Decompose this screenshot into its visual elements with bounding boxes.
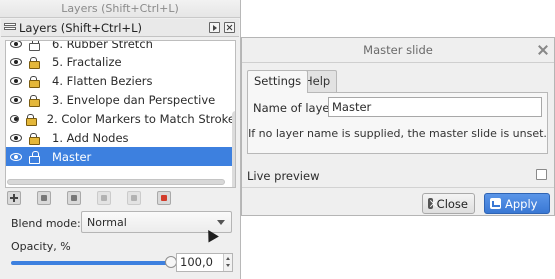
layers-icon [4, 22, 16, 33]
raise-layer-icon[interactable] [67, 191, 81, 205]
hint-text: If no layer name is supplied, the master… [248, 127, 547, 140]
unlocked-icon[interactable] [29, 150, 40, 164]
layer-name-input[interactable]: Master [328, 97, 542, 117]
dock-header: Layers (Shift+Ctrl+L) [1, 19, 239, 37]
master-slide-dialog: Master slide Settings Help Name of layer… [241, 37, 555, 216]
divider [242, 187, 554, 188]
layer-row[interactable]: 1. Add Nodes [6, 128, 235, 147]
layer-name: Master [52, 149, 92, 164]
lower-to-bottom-icon[interactable] [127, 191, 141, 205]
layers-list[interactable]: 6. Rubber Stretch 5. Fractalize 4. Flatt… [5, 40, 236, 188]
close-button-label: Close [436, 196, 468, 211]
layer-name: 6. Rubber Stretch [52, 40, 153, 51]
layer-name: 5. Fractalize [52, 54, 122, 69]
visibility-eye-icon[interactable] [10, 95, 22, 104]
unlocked-icon[interactable] [29, 41, 40, 51]
dock-iconify-icon[interactable] [209, 22, 220, 33]
dialog-titlebar[interactable]: Master slide [242, 38, 554, 63]
layer-name-label: Name of layer: [253, 101, 338, 115]
raise-to-top-icon[interactable] [37, 191, 51, 205]
delete-layer-icon[interactable] [157, 191, 171, 205]
lock-icon[interactable] [29, 75, 40, 88]
layer-name: 1. Add Nodes [52, 130, 129, 145]
opacity-slider[interactable] [11, 261, 171, 265]
chevron-down-icon [217, 220, 225, 225]
spin-arrows-icon[interactable] [223, 254, 232, 271]
dock-close-icon[interactable] [224, 22, 235, 33]
layer-name: 4. Flatten Beziers [52, 73, 153, 88]
apply-check-icon [490, 198, 501, 209]
opacity-label: Opacity, % [11, 240, 71, 253]
close-icon[interactable] [537, 44, 549, 56]
lock-icon[interactable] [29, 94, 40, 107]
settings-panel: Name of layer: Master If no layer name i… [247, 92, 548, 154]
layer-name: 2. Color Markers to Match Stroke [46, 111, 235, 126]
opacity-value: 100,0 [180, 255, 213, 269]
layer-row-selected[interactable]: Master [6, 147, 235, 166]
live-preview-label: Live preview [247, 169, 320, 183]
lock-icon[interactable] [29, 132, 40, 145]
dock-title: Layers (Shift+Ctrl+L) [19, 20, 142, 35]
tab-settings[interactable]: Settings [247, 70, 309, 93]
layer-row[interactable]: 6. Rubber Stretch [6, 40, 235, 52]
lock-icon[interactable] [26, 113, 39, 126]
live-preview-checkbox[interactable] [536, 169, 547, 180]
vertical-scrollbar[interactable] [232, 111, 235, 187]
blend-mode-value: Normal [87, 215, 127, 229]
layer-row[interactable]: 4. Flatten Beziers [6, 71, 235, 90]
blend-mode-label: Blend mode: [11, 217, 81, 230]
apply-button-label: Apply [505, 196, 538, 211]
visibility-eye-icon[interactable] [10, 41, 22, 48]
visibility-eye-icon[interactable] [10, 152, 22, 161]
visibility-eye-icon[interactable] [10, 76, 22, 85]
apply-button[interactable]: Apply [484, 193, 550, 214]
close-icon [428, 198, 433, 209]
visibility-eye-icon[interactable] [10, 133, 22, 142]
window-titlebar[interactable]: Layers (Shift+Ctrl+L) [0, 0, 240, 18]
layer-row[interactable]: 2. Color Markers to Match Stroke [6, 109, 235, 128]
visibility-eye-icon[interactable] [10, 114, 20, 123]
horizontal-scrollbar[interactable] [7, 179, 225, 185]
dialog-title: Master slide [363, 43, 433, 57]
add-layer-icon[interactable] [7, 191, 21, 205]
close-button[interactable]: Close [422, 193, 475, 214]
lock-icon[interactable] [29, 56, 40, 69]
opacity-spinbox[interactable]: 100,0 [176, 253, 233, 272]
visibility-eye-icon[interactable] [10, 57, 22, 66]
layer-name: 3. Envelope dan Perspective [52, 92, 216, 107]
layer-toolbar [7, 191, 235, 205]
lower-layer-icon[interactable] [97, 191, 111, 205]
layer-row[interactable]: 3. Envelope dan Perspective [6, 90, 235, 109]
layer-row[interactable]: 5. Fractalize [6, 52, 235, 71]
